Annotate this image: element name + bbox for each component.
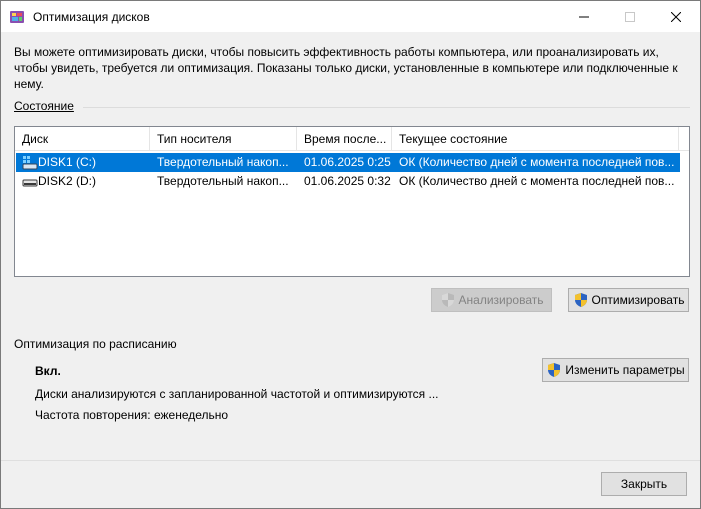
analyze-button: Анализировать bbox=[431, 288, 552, 312]
drive-row-d[interactable]: DISK2 (D:) Твердотельный накоп... 01.06.… bbox=[16, 172, 680, 191]
last-run: 01.06.2025 0:32 bbox=[304, 174, 391, 188]
minimize-icon bbox=[579, 16, 589, 17]
system-drive-icon bbox=[22, 156, 38, 170]
schedule-frequency: Частота повторения: еженедельно bbox=[35, 408, 229, 422]
defrag-app-icon bbox=[10, 11, 24, 23]
last-run: 01.06.2025 0:25 bbox=[304, 155, 391, 169]
uac-shield-icon bbox=[574, 293, 587, 307]
maximize-icon bbox=[625, 11, 635, 22]
close-icon bbox=[671, 11, 681, 22]
maximize-button bbox=[607, 1, 653, 32]
status-label: Состояние bbox=[14, 99, 74, 113]
close-window-button[interactable] bbox=[653, 1, 699, 32]
column-header-media-type[interactable]: Тип носителя bbox=[150, 127, 297, 151]
close-label: Закрыть bbox=[620, 477, 668, 491]
schedule-state: Вкл. bbox=[35, 364, 61, 378]
footer-bar: Закрыть bbox=[1, 460, 700, 508]
optimize-button[interactable]: Оптимизировать bbox=[568, 288, 689, 312]
optimize-label: Оптимизировать bbox=[591, 293, 685, 307]
media-type: Твердотельный накоп... bbox=[157, 155, 289, 169]
uac-shield-icon bbox=[548, 363, 561, 377]
analyze-label: Анализировать bbox=[458, 293, 544, 307]
drive-row-c[interactable]: DISK1 (C:) Твердотельный накоп... 01.06.… bbox=[16, 153, 680, 172]
media-type: Твердотельный накоп... bbox=[157, 174, 289, 188]
drive-list-header: Диск Тип носителя Время после... Текущее… bbox=[15, 127, 689, 151]
minimize-button[interactable] bbox=[561, 1, 607, 32]
column-header-drive[interactable]: Диск bbox=[15, 127, 150, 151]
close-button[interactable]: Закрыть bbox=[601, 472, 687, 496]
window-title: Оптимизация дисков bbox=[33, 10, 150, 24]
drive-name: DISK2 (D:) bbox=[38, 174, 97, 188]
drive-list[interactable]: Диск Тип носителя Время после... Текущее… bbox=[14, 126, 690, 277]
title-bar[interactable]: Оптимизация дисков bbox=[1, 1, 700, 32]
status-group-label: Состояние bbox=[14, 99, 74, 113]
change-settings-label: Изменить параметры bbox=[565, 363, 685, 377]
uac-shield-icon bbox=[441, 293, 454, 307]
change-settings-button[interactable]: Изменить параметры bbox=[542, 358, 689, 382]
drive-icon bbox=[22, 179, 38, 187]
description-text: Вы можете оптимизировать диски, чтобы по… bbox=[14, 45, 678, 91]
column-header-last-run[interactable]: Время после... bbox=[297, 127, 392, 151]
current-state: ОК (Количество дней с момента последней … bbox=[399, 155, 675, 169]
drive-name: DISK1 (C:) bbox=[38, 155, 97, 169]
schedule-title: Оптимизация по расписанию bbox=[14, 337, 177, 351]
current-state: ОК (Количество дней с момента последней … bbox=[399, 174, 675, 188]
defrag-window: Оптимизация дисков Вы можете оптимизиров… bbox=[0, 0, 701, 509]
status-group-divider bbox=[83, 107, 690, 108]
schedule-description: Диски анализируются с запланированной ча… bbox=[35, 387, 439, 401]
column-header-current-state[interactable]: Текущее состояние bbox=[392, 127, 679, 151]
